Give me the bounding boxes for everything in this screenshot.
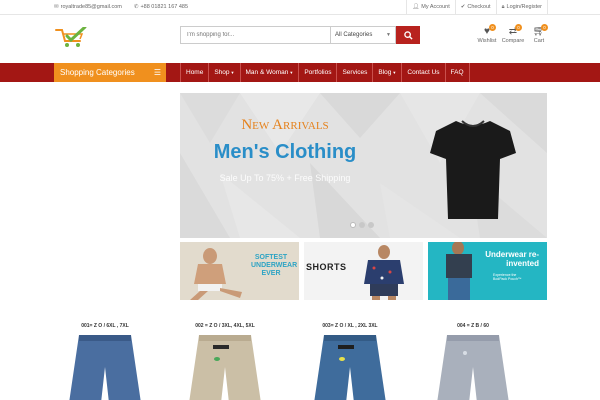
email-text: royaltrade85@gmail.com: [60, 4, 122, 10]
promo-tile-reinvented[interactable]: Underwear re-invented Experience the Bod…: [428, 242, 547, 300]
product-title: 003= Z O / XL , 2XL 3XL: [322, 323, 378, 329]
product-image: [189, 335, 261, 400]
nav-item-label: Man & Woman: [245, 69, 289, 76]
slider-dots: [350, 222, 374, 228]
compare-button[interactable]: ⇄ 0 Compare: [500, 24, 526, 44]
search-button[interactable]: [396, 26, 420, 44]
nav-item-label: Services: [342, 69, 368, 76]
promo-1-text: SOFTEST UNDERWEAR EVER: [251, 254, 298, 277]
compare-count: 0: [515, 24, 522, 31]
phone-contact: ✆ +88 01821 167 485: [134, 4, 188, 10]
checkout-link[interactable]: ✔ Checkout: [454, 0, 496, 15]
product-title: 001= Z O / 6XL , 7XL: [81, 323, 129, 329]
nav-item-faq[interactable]: FAQ: [444, 63, 470, 82]
shopping-categories-button[interactable]: Shopping Categories ☰: [54, 63, 166, 82]
search-icon: [403, 30, 413, 40]
promo-3-subtitle: Experience the BodPack Pouch™: [493, 273, 522, 281]
nav-item-label: Home: [186, 69, 204, 76]
phone-text: +88 01821 167 485: [140, 4, 189, 10]
nav-item-shop[interactable]: Shop▼: [208, 63, 239, 82]
menu-list-icon: ☰: [153, 68, 161, 77]
promo-tile-underwear[interactable]: SOFTEST UNDERWEAR EVER: [180, 242, 299, 300]
promo-2-text: SHORTS: [306, 262, 347, 272]
caret-down-icon: ▼: [230, 70, 235, 75]
slider-dot[interactable]: [359, 222, 365, 228]
banner-subtitle: Sale Up To 75% + Free Shipping: [219, 173, 351, 183]
nav-item-blog[interactable]: Blog▼: [372, 63, 401, 82]
nav-item-label: Contact Us: [407, 69, 440, 76]
banner-headline: Men's Clothing: [213, 141, 357, 163]
product-card[interactable]: 002 = Z O / 3XL, 4XL, 5XL: [170, 323, 280, 400]
nav-item-label: Shop: [214, 69, 230, 76]
header-icons: ♥ 0 Wishlist ⇄ 0 Compare 🛒︎ 0 Cart: [474, 24, 552, 44]
product-card[interactable]: 004 = Z B / 60: [418, 323, 528, 400]
cart-button[interactable]: 🛒︎ 0 Cart: [526, 24, 552, 44]
search-input[interactable]: [180, 26, 330, 44]
chevron-down-icon: ▼: [386, 32, 391, 38]
search-bar: All Categories ▼: [180, 26, 420, 44]
promo-tile-shorts[interactable]: SHORTS: [304, 242, 423, 300]
wishlist-button[interactable]: ♥ 0 Wishlist: [474, 24, 500, 44]
cart-icon: 🛒︎: [532, 26, 546, 37]
nav-item-services[interactable]: Services: [336, 63, 372, 82]
compare-icon: ⇄: [508, 26, 518, 37]
nav-item-label: Portfolios: [304, 69, 332, 76]
banner-kicker: New Arrivals: [241, 117, 329, 133]
product-title: 004 = Z B / 60: [457, 323, 489, 329]
nav-item-man-woman[interactable]: Man & Woman▼: [239, 63, 299, 82]
user-icon: 👤︎: [412, 4, 420, 10]
login-register-label: Login/Register: [506, 4, 542, 10]
nav-item-label: FAQ: [450, 69, 464, 76]
slider-dot[interactable]: [368, 222, 374, 228]
lock-icon: 🔒︎: [501, 4, 505, 10]
product-card[interactable]: 003= Z O / XL , 2XL 3XL: [295, 323, 405, 400]
my-account-link[interactable]: 👤︎ My Account: [406, 0, 454, 15]
caret-down-icon: ▼: [289, 70, 294, 75]
my-account-label: My Account: [421, 4, 450, 10]
envelope-icon: ✉: [54, 4, 59, 10]
top-bar: ✉ royaltrade85@gmail.com ✆ +88 01821 167 4…: [0, 0, 600, 15]
hero-slider[interactable]: New Arrivals Men's Clothing Sale Up To 7…: [180, 93, 547, 238]
email-contact[interactable]: ✉ royaltrade85@gmail.com: [54, 4, 122, 10]
product-title: 002 = Z O / 3XL, 4XL, 5XL: [195, 323, 255, 329]
banner-tshirt-image: [430, 120, 516, 219]
check-icon: ✔: [460, 4, 466, 10]
product-image: [437, 335, 509, 400]
login-register-link[interactable]: 🔒︎ Login/Register: [495, 0, 548, 15]
cart-label: Cart: [533, 38, 545, 44]
product-image: [69, 335, 141, 400]
category-select[interactable]: All Categories ▼: [330, 26, 396, 44]
caret-down-icon: ▼: [392, 70, 397, 75]
checkout-label: Checkout: [467, 4, 491, 10]
nav-item-portfolios[interactable]: Portfolios: [298, 63, 336, 82]
nav-item-home[interactable]: Home: [180, 63, 208, 82]
wishlist-count: 0: [489, 24, 496, 31]
site-logo[interactable]: [54, 27, 88, 49]
wishlist-label: Wishlist: [477, 38, 497, 44]
slider-dot-active[interactable]: [350, 222, 356, 228]
product-image: [314, 335, 386, 400]
product-card[interactable]: 001= Z O / 6XL , 7XL: [50, 323, 160, 400]
category-select-value: All Categories: [335, 32, 373, 38]
cart-count: 0: [541, 24, 548, 31]
compare-label: Compare: [501, 38, 525, 44]
promo-3-title: Underwear re-invented: [485, 250, 539, 268]
heart-icon: ♥: [484, 26, 490, 37]
phone-icon: ✆: [133, 4, 139, 10]
shopping-categories-label: Shopping Categories: [60, 68, 135, 77]
nav-menu: Home Shop▼ Man & Woman▼ Portfolios Servi…: [180, 63, 470, 82]
nav-item-label: Blog: [378, 69, 392, 76]
nav-item-contact-us[interactable]: Contact Us: [401, 63, 444, 82]
